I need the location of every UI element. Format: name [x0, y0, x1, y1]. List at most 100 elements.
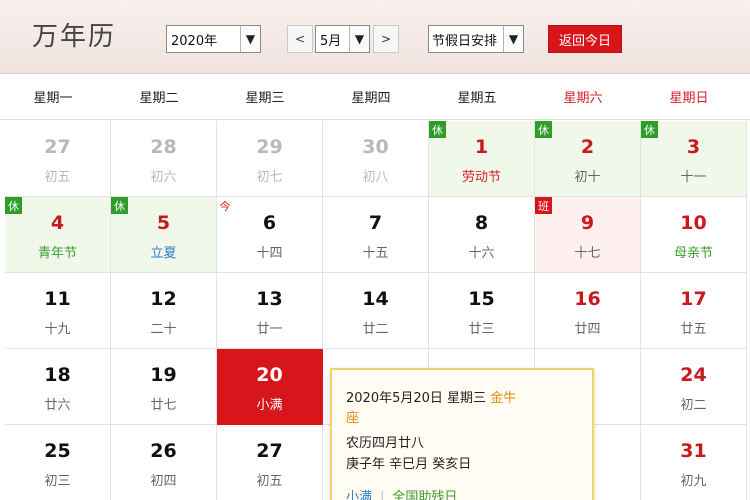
day-number: 27	[44, 136, 71, 158]
weekday-label: 星期一	[33, 91, 73, 106]
lunar-date: 廿三	[468, 322, 495, 337]
day-number: 30	[362, 136, 389, 158]
day-cell[interactable]: 29 初七	[217, 121, 323, 197]
day-number: 24	[680, 364, 707, 386]
day-cell[interactable]: 12 二十	[111, 273, 217, 349]
day-number: 3	[686, 136, 701, 158]
lunar-date: 廿七	[150, 398, 177, 413]
month-select-value: 5月	[320, 33, 342, 49]
weekday-label: 星期四	[351, 91, 391, 106]
popup-event-link[interactable]: 全国助残日	[392, 490, 457, 500]
festival-label: 劳动节	[461, 170, 501, 185]
day-cell[interactable]: 15 廿三	[429, 273, 535, 349]
lunar-date: 廿二	[362, 322, 389, 337]
day-number: 1	[474, 136, 489, 158]
day-cell[interactable]: 10 母亲节	[641, 197, 747, 273]
chevron-down-icon[interactable]: ▼	[503, 26, 523, 52]
weekday-header: 星期一 星期二 星期三 星期四 星期五 星期六 星期日	[0, 74, 750, 120]
day-cell[interactable]: 休 5 立夏	[111, 197, 217, 273]
day-cell[interactable]: 8 十六	[429, 197, 535, 273]
day-cell[interactable]: 今 6 十四	[217, 197, 323, 273]
weekday-label: 星期五	[457, 91, 497, 106]
chevron-down-icon[interactable]: ▼	[240, 26, 260, 52]
weekday-label: 星期六	[563, 91, 603, 106]
lunar-date: 初三	[44, 474, 71, 489]
day-cell[interactable]: 24 初二	[641, 349, 747, 425]
day-number: 14	[362, 288, 389, 310]
popup-ganzhi: 庚子年 辛巳月 癸亥日	[346, 457, 472, 472]
lunar-date: 廿一	[256, 322, 283, 337]
weekday-label: 星期三	[245, 91, 285, 106]
popup-zodiac-cont[interactable]: 座	[346, 407, 359, 426]
popup-date: 2020年5月20日 星期三	[346, 391, 487, 406]
day-cell[interactable]: 17 廿五	[641, 273, 747, 349]
weekday-label: 星期日	[669, 91, 709, 106]
day-cell[interactable]: 25 初三	[5, 425, 111, 500]
popup-events: 小满 | 全国助残日	[346, 486, 457, 500]
day-cell[interactable]: 11 十九	[5, 273, 111, 349]
day-cell[interactable]: 7 十五	[323, 197, 429, 273]
day-detail-popup: 2020年5月20日 星期三 金牛 座 农历四月廿八 庚子年 辛巳月 癸亥日 小…	[330, 368, 594, 500]
page-title: 万年历	[32, 22, 117, 52]
lunar-date: 二十	[150, 322, 177, 337]
day-cell[interactable]: 28 初六	[111, 121, 217, 197]
day-cell[interactable]: 27 初五	[217, 425, 323, 500]
festival-label: 母亲节	[673, 246, 713, 261]
lunar-date: 初二	[680, 398, 707, 413]
lunar-date: 初十	[574, 170, 601, 185]
day-number: 28	[150, 136, 177, 158]
day-number: 10	[680, 212, 707, 234]
day-cell[interactable]: 18 廿六	[5, 349, 111, 425]
next-month-button[interactable]: >	[373, 25, 399, 53]
lunar-date: 十七	[574, 246, 601, 261]
lunar-date: 十四	[256, 246, 283, 261]
day-number: 5	[156, 212, 171, 234]
day-number: 8	[474, 212, 489, 234]
prev-month-button[interactable]: <	[287, 25, 313, 53]
lunar-date: 初五	[256, 474, 283, 489]
day-number: 2	[580, 136, 595, 158]
divider: |	[380, 490, 385, 500]
holiday-select-value: 节假日安排	[432, 33, 498, 49]
festival-label: 青年节	[37, 246, 77, 261]
lunar-date: 初五	[44, 170, 71, 185]
lunar-date: 初四	[150, 474, 177, 489]
chevron-down-icon[interactable]: ▼	[349, 26, 369, 52]
lunar-date: 十六	[468, 246, 495, 261]
lunar-date: 十一	[680, 170, 707, 185]
solar-term-label: 小满	[256, 398, 283, 413]
day-number: 15	[468, 288, 495, 310]
day-number: 25	[44, 440, 71, 462]
day-cell[interactable]: 休 2 初十	[535, 121, 641, 197]
lunar-date: 廿四	[574, 322, 601, 337]
back-to-today-button[interactable]: 返回今日	[548, 25, 622, 53]
day-cell[interactable]: 26 初四	[111, 425, 217, 500]
year-select[interactable]: 2020年 ▼	[166, 25, 261, 53]
day-cell[interactable]: 休 3 十一	[641, 121, 747, 197]
day-cell[interactable]: 班 9 十七	[535, 197, 641, 273]
lunar-date: 初七	[256, 170, 283, 185]
day-cell[interactable]: 13 廿一	[217, 273, 323, 349]
lunar-date: 廿五	[680, 322, 707, 337]
day-cell[interactable]: 31 初九	[641, 425, 747, 500]
lunar-date: 初六	[150, 170, 177, 185]
day-number: 26	[150, 440, 177, 462]
lunar-date: 十五	[362, 246, 389, 261]
lunar-date: 初八	[362, 170, 389, 185]
day-cell[interactable]: 休 4 青年节	[5, 197, 111, 273]
day-cell[interactable]: 14 廿二	[323, 273, 429, 349]
popup-lunar-date: 农历四月廿八	[346, 436, 425, 451]
month-select[interactable]: 5月 ▼	[315, 25, 370, 53]
holiday-select[interactable]: 节假日安排 ▼	[428, 25, 524, 53]
day-cell[interactable]: 16 廿四	[535, 273, 641, 349]
day-cell[interactable]: 休 1 劳动节	[429, 121, 535, 197]
day-cell[interactable]: 27 初五	[5, 121, 111, 197]
selected-day-cell[interactable]: 20 小满	[217, 349, 323, 425]
day-cell[interactable]: 19 廿七	[111, 349, 217, 425]
day-number: 4	[50, 212, 65, 234]
day-number: 27	[256, 440, 283, 462]
popup-zodiac[interactable]: 金牛	[490, 391, 516, 406]
day-number: 20	[256, 364, 283, 386]
popup-solar-term-link[interactable]: 小满	[346, 490, 372, 500]
day-cell[interactable]: 30 初八	[323, 121, 429, 197]
